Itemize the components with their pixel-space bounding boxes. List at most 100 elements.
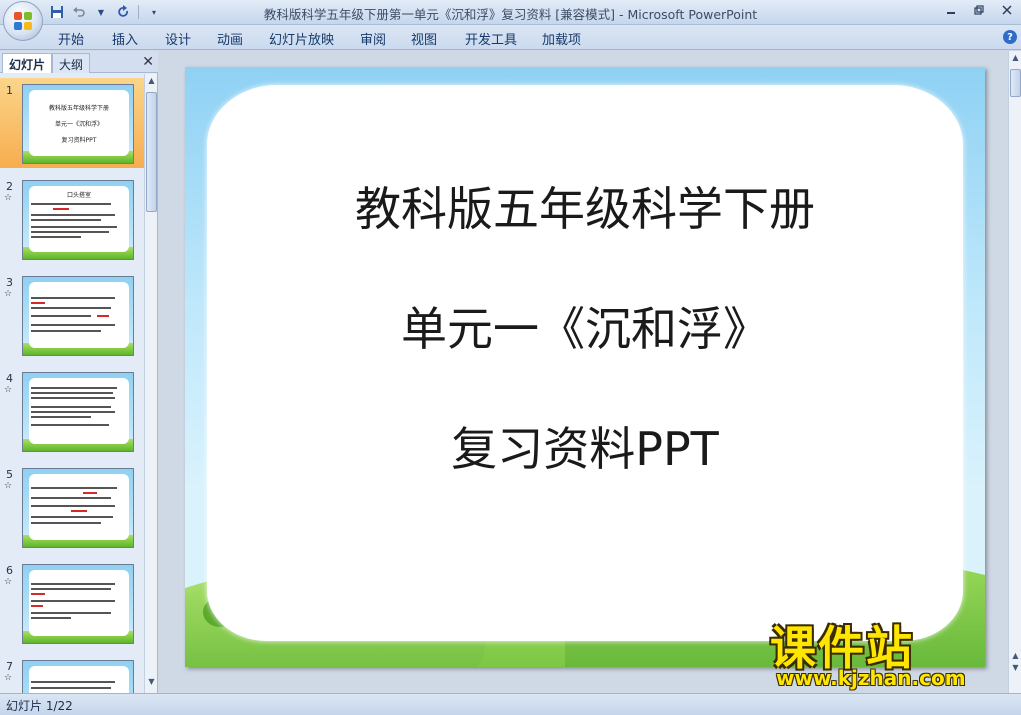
close-icon[interactable]: [993, 0, 1021, 20]
thumbnail-text-line: [31, 226, 117, 228]
thumbnail-text-line: [31, 231, 109, 233]
tab-slideshow[interactable]: 幻灯片放映: [269, 29, 334, 48]
tab-developer[interactable]: 开发工具: [465, 29, 517, 48]
tab-view[interactable]: 视图: [411, 29, 437, 48]
slide-number: 3: [6, 276, 13, 289]
thumbnail-text-line: [97, 315, 109, 317]
current-slide[interactable]: 教科版五年级科学下册 单元一《沉和浮》 复习资料PPT: [185, 67, 985, 667]
animation-icon: ☆: [4, 577, 13, 587]
office-button[interactable]: [3, 1, 43, 41]
thumbnail-text-line: [31, 505, 115, 507]
close-pane-icon[interactable]: ✕: [142, 54, 154, 70]
thumbnail-scrollbar[interactable]: ▲ ▼: [144, 74, 157, 693]
thumbnail-text-line: [31, 424, 109, 426]
thumbnail-slide-1[interactable]: 1 教科版五年级科学下册 单元一《沉和浮》 复习资料PPT: [0, 78, 145, 168]
scroll-up-icon[interactable]: ▲: [146, 76, 157, 90]
thumbnail-slide-6[interactable]: 6 ☆: [0, 558, 145, 648]
thumbnail-text-line: [31, 687, 111, 689]
slide-thumbnail: 口头搭室: [22, 180, 134, 260]
slide-thumbnail: [22, 564, 134, 644]
slide-thumbnail: [22, 276, 134, 356]
thumbnail-slide-3[interactable]: 3 ☆: [0, 270, 145, 360]
slide-thumbnail: 教科版五年级科学下册 单元一《沉和浮》 复习资料PPT: [22, 84, 134, 164]
thumbnail-text-line: [31, 617, 71, 619]
ribbon-tabs: 开始 插入 设计 动画 幻灯片放映 审阅 视图 开发工具 加载项 ?: [0, 25, 1021, 50]
tab-addins[interactable]: 加载项: [542, 29, 581, 48]
slide-number: 5: [6, 468, 13, 481]
thumbnail-text-line: [31, 681, 115, 683]
help-icon[interactable]: ?: [1003, 30, 1017, 44]
window-controls: [937, 0, 1021, 20]
slide-title-line-3[interactable]: 复习资料PPT: [207, 413, 963, 479]
thumbnail-slide-7[interactable]: 7 ☆: [0, 654, 145, 693]
thumbnail-text-line: [31, 324, 115, 326]
office-logo-icon: [14, 12, 33, 31]
animation-icon: ☆: [4, 385, 13, 395]
thumbnail-text-line: [31, 416, 91, 418]
thumbnail-text-line: [31, 392, 113, 394]
thumbnail-text-line: [31, 236, 81, 238]
slides-pane: 幻灯片 大纲 ✕ 1 教科版五年级科学下册 单元一《沉和浮》 复习资料PPT 2…: [0, 51, 158, 693]
thumbnail-text-line: [31, 600, 115, 602]
tab-slides[interactable]: 幻灯片: [2, 53, 53, 73]
thumbnail-slide-2[interactable]: 2 ☆ 口头搭室: [0, 174, 145, 264]
scrollbar-thumb[interactable]: [146, 92, 157, 212]
thumbnail-text-line: [83, 492, 97, 494]
thumbnail-text-line: [31, 219, 101, 221]
tab-design[interactable]: 设计: [165, 29, 191, 48]
thumbnail-text-line: [31, 297, 115, 299]
tab-insert[interactable]: 插入: [112, 29, 138, 48]
tab-review[interactable]: 审阅: [360, 29, 386, 48]
window-title: 教科版科学五年级下册第一单元《沉和浮》复习资料 [兼容模式] - Microso…: [263, 7, 758, 22]
slide-title-line-2[interactable]: 单元一《沉和浮》: [207, 293, 963, 359]
tab-animations[interactable]: 动画: [217, 29, 243, 48]
slide-thumbnail: [22, 372, 134, 452]
slide-number: 2: [6, 180, 13, 193]
slide-scrollbar[interactable]: ▲ ▲ ▼: [1008, 51, 1021, 693]
slide-number: 6: [6, 564, 13, 577]
thumbnail-card: 教科版五年级科学下册 单元一《沉和浮》 复习资料PPT: [29, 90, 129, 156]
next-slide-icon[interactable]: ▼: [1010, 663, 1021, 677]
thumbnail-text-line: [31, 612, 111, 614]
restore-icon[interactable]: [965, 0, 993, 20]
tab-outline[interactable]: 大纲: [52, 53, 91, 73]
thumbnail-text-line: [31, 387, 117, 389]
slide-number: 4: [6, 372, 13, 385]
thumbnail-text-line: [31, 411, 115, 413]
slide-number: 7: [6, 660, 13, 673]
thumbnail-text-line: [31, 522, 101, 524]
thumbnail-text-line: [53, 208, 69, 210]
animation-icon: ☆: [4, 481, 13, 491]
animation-icon: ☆: [4, 193, 13, 203]
scroll-up-icon[interactable]: ▲: [1010, 53, 1021, 67]
thumbnail-text-line: [31, 516, 113, 518]
scrollbar-thumb[interactable]: [1010, 69, 1021, 97]
thumbnail-text: 单元一《沉和浮》: [54, 121, 103, 128]
slide-content-card: 教科版五年级科学下册 单元一《沉和浮》 复习资料PPT: [207, 85, 963, 641]
thumbnail-text-line: [31, 588, 111, 590]
thumbnail-slide-5[interactable]: 5 ☆: [0, 462, 145, 552]
thumbnail-text: 复习资料PPT: [61, 137, 97, 144]
thumbnail-text-line: [31, 315, 91, 317]
thumbnail-slide-4[interactable]: 4 ☆: [0, 366, 145, 456]
thumbnail-text-line: [31, 487, 117, 489]
minimize-icon[interactable]: [937, 0, 965, 20]
slide-editing-area: 教科版五年级科学下册 单元一《沉和浮》 复习资料PPT: [159, 51, 1008, 693]
title-bar: ▼ ▾ 教科版科学五年级下册第一单元《沉和浮》复习资料 [兼容模式] - Mic…: [0, 0, 1021, 41]
thumbnail-text-line: [31, 583, 115, 585]
tab-home[interactable]: 开始: [58, 29, 84, 48]
slide-thumbnail: [22, 468, 134, 548]
watermark: 课件站 www.kjzhan.com: [770, 612, 1010, 692]
thumbnail-text-line: [31, 330, 101, 332]
scroll-down-icon[interactable]: ▼: [146, 677, 157, 691]
thumbnail-list: 1 教科版五年级科学下册 单元一《沉和浮》 复习资料PPT 2 ☆ 口头搭室 3…: [0, 74, 145, 693]
slide-thumbnail: [22, 660, 134, 693]
thumbnail-text-line: [31, 203, 111, 205]
slide-title-line-1[interactable]: 教科版五年级科学下册: [207, 173, 963, 239]
thumbnail-text-line: [31, 302, 45, 304]
thumbnail-text-line: [31, 214, 115, 216]
thumbnail-text-line: [31, 497, 111, 499]
pane-tabs: 幻灯片 大纲 ✕: [0, 51, 158, 73]
animation-icon: ☆: [4, 289, 13, 299]
thumbnail-text-line: [31, 406, 111, 408]
